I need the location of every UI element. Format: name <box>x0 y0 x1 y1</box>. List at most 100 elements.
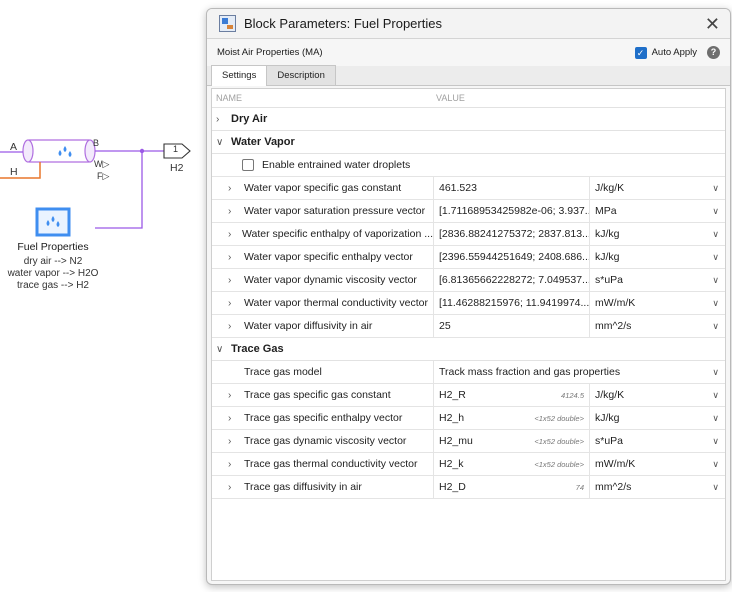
value-field[interactable]: [6.81365662228272; 7.049537... <box>434 269 590 291</box>
dialog-subheader: Moist Air Properties (MA) ✓ Auto Apply ? <box>207 39 730 66</box>
parameter-name[interactable]: › Trace gas thermal conductivity vector <box>212 453 434 475</box>
value-field[interactable]: H2_h <1x52 double> <box>434 407 590 429</box>
value-hint: 4124.5 <box>561 390 584 400</box>
parameter-name[interactable]: › Trace gas specific enthalpy vector <box>212 407 434 429</box>
block-annotation-2: water vapor --> H2O <box>7 268 99 279</box>
port-label-w: W▷ <box>94 159 110 169</box>
table-row: › Water vapor specific gas constant 461.5… <box>212 177 725 200</box>
section-trace-gas[interactable]: ∨ Trace Gas <box>212 338 725 361</box>
parameter-name[interactable]: › Water vapor specific enthalpy vector <box>212 246 434 268</box>
unit-dropdown[interactable]: mm^2/s ∨ <box>590 476 725 498</box>
parameter-name[interactable]: › Water vapor dynamic viscosity vector <box>212 269 434 291</box>
chevron-right-icon: › <box>228 182 232 194</box>
chevron-down-icon: ∨ <box>712 458 719 469</box>
table-row: › Water vapor thermal conductivity vector… <box>212 292 725 315</box>
unit-dropdown[interactable]: mW/m/K ∨ <box>590 453 725 475</box>
value-field[interactable]: [1.71168953425982e-06; 3.937... <box>434 200 590 222</box>
help-icon[interactable]: ? <box>707 46 720 59</box>
block-annotation-1: dry air --> N2 <box>23 256 83 267</box>
chevron-down-icon: ∨ <box>712 389 719 400</box>
value-hint: <1x52 double> <box>534 413 584 423</box>
table-row: › Trace gas dynamic viscosity vector H2_m… <box>212 430 725 453</box>
parameter-name[interactable]: › Water vapor thermal conductivity vector <box>212 292 434 314</box>
table-row: › Water vapor dynamic viscosity vector [6… <box>212 269 725 292</box>
auto-apply-label: Auto Apply <box>651 47 697 58</box>
column-header-value: VALUE <box>436 93 465 103</box>
parameter-name: Trace gas model <box>212 361 434 383</box>
column-header-name: NAME <box>216 93 243 103</box>
outport-number: 1 <box>173 144 179 154</box>
parameter-name[interactable]: › Water vapor saturation pressure vector <box>212 200 434 222</box>
chevron-down-icon: ∨ <box>712 435 719 446</box>
chevron-down-icon: ∨ <box>712 228 719 239</box>
parameter-name[interactable]: › Water specific enthalpy of vaporization… <box>212 223 434 245</box>
auto-apply-toggle[interactable]: ✓ Auto Apply <box>634 46 697 59</box>
tab-bar: Settings Description <box>207 65 730 86</box>
entrained-droplets-checkbox[interactable] <box>242 159 254 171</box>
unit-dropdown[interactable]: s*uPa ∨ <box>590 430 725 452</box>
section-dry-air[interactable]: › Dry Air <box>212 108 725 131</box>
chevron-right-icon: › <box>228 481 232 493</box>
unit-dropdown[interactable]: mW/m/K ∨ <box>590 292 725 314</box>
dialog-titlebar[interactable]: Block Parameters: Fuel Properties ✕ <box>207 9 730 39</box>
tab-settings[interactable]: Settings <box>211 65 268 86</box>
value-field[interactable]: [11.46288215976; 11.9419974... <box>434 292 590 314</box>
unit-dropdown[interactable]: kJ/kg ∨ <box>590 246 725 268</box>
unit-dropdown[interactable]: J/kg/K ∨ <box>590 177 725 199</box>
port-label-f: F▷ <box>97 171 110 181</box>
close-button[interactable]: ✕ <box>705 15 720 33</box>
parameter-name[interactable]: › Water vapor specific gas constant <box>212 177 434 199</box>
trace-gas-rows: › Trace gas specific gas constant H2_R 412… <box>212 384 725 499</box>
parameter-name[interactable]: › Trace gas diffusivity in air <box>212 476 434 498</box>
chevron-right-icon: › <box>228 274 232 286</box>
chevron-down-icon: ∨ <box>216 136 224 148</box>
unit-dropdown[interactable]: s*uPa ∨ <box>590 269 725 291</box>
entrained-droplets-label: Enable entrained water droplets <box>262 159 411 171</box>
pipe-block[interactable] <box>22 139 96 163</box>
value-field[interactable]: H2_R 4124.5 <box>434 384 590 406</box>
water-vapor-rows: › Water vapor specific gas constant 461.5… <box>212 177 725 338</box>
table-row: › Trace gas specific gas constant H2_R 412… <box>212 384 725 407</box>
block-parameters-dialog: Block Parameters: Fuel Properties ✕ Mois… <box>206 8 731 585</box>
unit-dropdown[interactable]: kJ/kg ∨ <box>590 407 725 429</box>
section-title: Water Vapor <box>231 136 295 148</box>
chevron-down-icon: ∨ <box>712 412 719 423</box>
port-label-h: H <box>10 166 18 178</box>
parameter-name[interactable]: › Trace gas specific gas constant <box>212 384 434 406</box>
chevron-down-icon: ∨ <box>712 205 719 216</box>
chevron-down-icon: ∨ <box>712 182 719 193</box>
unit-dropdown[interactable]: mm^2/s ∨ <box>590 315 725 337</box>
section-water-vapor[interactable]: ∨ Water Vapor <box>212 131 725 154</box>
check-icon[interactable]: ✓ <box>634 46 647 59</box>
parameter-name[interactable]: › Trace gas dynamic viscosity vector <box>212 430 434 452</box>
chevron-down-icon: ∨ <box>712 320 719 331</box>
value-field[interactable]: 461.523 <box>434 177 590 199</box>
chevron-right-icon: › <box>228 205 232 217</box>
fuel-properties-block[interactable] <box>35 207 71 237</box>
value-hint: <1x52 double> <box>534 459 584 469</box>
value-field[interactable]: H2_mu <1x52 double> <box>434 430 590 452</box>
trace-gas-model-dropdown[interactable]: Track mass fraction and gas properties ∨ <box>434 361 725 383</box>
entrained-droplets-option[interactable]: Enable entrained water droplets <box>212 154 725 177</box>
chevron-down-icon: ∨ <box>712 366 719 377</box>
unit-dropdown[interactable]: J/kg/K ∨ <box>590 384 725 406</box>
value-field[interactable]: [2836.88241275372; 2837.813... <box>434 223 590 245</box>
port-label-a: A <box>10 141 18 153</box>
tab-description[interactable]: Description <box>266 65 336 85</box>
unit-dropdown[interactable]: MPa ∨ <box>590 200 725 222</box>
value-field[interactable]: H2_k <1x52 double> <box>434 453 590 475</box>
chevron-right-icon: › <box>228 320 232 332</box>
value-field[interactable]: 25 <box>434 315 590 337</box>
chevron-down-icon: ∨ <box>712 251 719 262</box>
value-field[interactable]: [2396.55944251649; 2408.686... <box>434 246 590 268</box>
table-row: › Water vapor saturation pressure vector … <box>212 200 725 223</box>
parameter-name[interactable]: › Water vapor diffusivity in air <box>212 315 434 337</box>
unit-dropdown[interactable]: kJ/kg ∨ <box>590 223 725 245</box>
table-row: › Water vapor specific enthalpy vector [2… <box>212 246 725 269</box>
block-name: Fuel Properties <box>17 241 89 253</box>
table-header: NAME VALUE <box>212 89 725 108</box>
chevron-right-icon: › <box>228 458 232 470</box>
port-label-b: B <box>93 138 100 148</box>
value-field[interactable]: H2_D 74 <box>434 476 590 498</box>
chevron-right-icon: › <box>228 251 232 263</box>
